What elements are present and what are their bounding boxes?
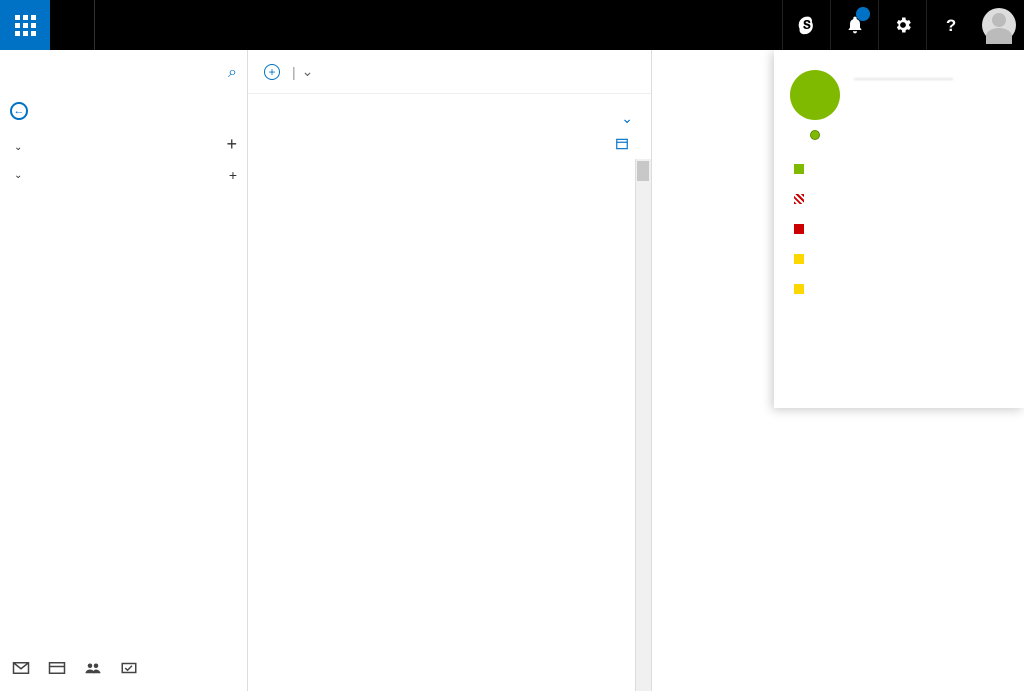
plus-icon: +	[264, 64, 280, 80]
top-bar: ?	[0, 0, 1024, 50]
status-dnd[interactable]	[774, 214, 1024, 244]
presence-dot-icon	[810, 130, 820, 140]
presence-busy-icon	[794, 194, 804, 204]
agenda-link[interactable]	[615, 137, 633, 151]
presence-dnd-icon	[794, 224, 804, 234]
open-mailbox[interactable]	[774, 364, 1024, 384]
notification-badge	[856, 7, 870, 21]
skype-icon	[797, 15, 817, 35]
help-button[interactable]: ?	[926, 0, 974, 50]
skype-button[interactable]	[782, 0, 830, 50]
tasks-icon	[120, 660, 138, 676]
filter-button[interactable]: ⌄	[617, 110, 633, 127]
reset-status[interactable]	[774, 304, 1024, 324]
scrollbar[interactable]	[635, 159, 651, 691]
settings-button[interactable]	[878, 0, 926, 50]
status-busy[interactable]	[774, 184, 1024, 214]
profile-email: —————————	[854, 73, 953, 85]
presence-available-icon	[794, 164, 804, 174]
app-launcher[interactable]	[0, 0, 50, 50]
change-photo-link[interactable]	[774, 124, 1024, 154]
message-list	[248, 159, 651, 691]
module-switcher	[0, 650, 247, 691]
signout-im[interactable]	[774, 324, 1024, 344]
presence-brb-icon	[794, 254, 804, 264]
search-icon: ⌕	[228, 64, 237, 82]
app-label[interactable]	[94, 0, 139, 50]
chevron-down-icon: ⌄	[14, 142, 22, 153]
calendar-icon	[615, 137, 629, 151]
brand-label[interactable]	[50, 0, 94, 50]
waffle-icon	[15, 15, 36, 36]
people-module[interactable]	[84, 660, 102, 681]
mail-icon	[12, 660, 30, 676]
status-available[interactable]	[774, 154, 1024, 184]
profile-button[interactable]	[974, 0, 1024, 50]
calendar-icon	[48, 660, 66, 676]
question-icon: ?	[941, 15, 961, 35]
profile-avatar	[790, 70, 840, 120]
status-brb[interactable]	[774, 244, 1024, 274]
folder-pane: ⌕ ← ⌄ + ⌄ +	[0, 50, 248, 691]
presence-away-icon	[794, 284, 804, 294]
search-box[interactable]: ⌕	[0, 50, 247, 94]
about-me[interactable]	[774, 344, 1024, 364]
gear-icon	[893, 15, 913, 35]
folders-header[interactable]: ←	[0, 94, 247, 128]
favorites-row[interactable]: ⌄ +	[0, 128, 247, 161]
add-favorite-button[interactable]: +	[226, 134, 237, 155]
message-list-pane: + | ⌄ ⌄	[248, 50, 652, 691]
status-away[interactable]	[774, 274, 1024, 304]
svg-text:?: ?	[946, 16, 956, 35]
chevron-down-icon[interactable]: ⌄	[302, 63, 314, 80]
new-mail-bar[interactable]: + | ⌄	[248, 50, 651, 94]
add-folder-icon[interactable]: +	[229, 167, 237, 183]
tasks-module[interactable]	[120, 660, 138, 681]
account-row[interactable]: ⌄ +	[0, 161, 247, 189]
sign-out[interactable]	[774, 384, 1024, 404]
avatar-icon	[982, 8, 1016, 42]
notifications-button[interactable]	[830, 0, 878, 50]
people-icon	[84, 660, 102, 676]
profile-menu: —————————	[774, 50, 1024, 408]
chevron-down-icon: ⌄	[14, 170, 22, 181]
list-header: ⌄	[248, 94, 651, 159]
mail-module[interactable]	[12, 660, 30, 681]
calendar-module[interactable]	[48, 660, 66, 681]
back-icon: ←	[10, 102, 28, 120]
